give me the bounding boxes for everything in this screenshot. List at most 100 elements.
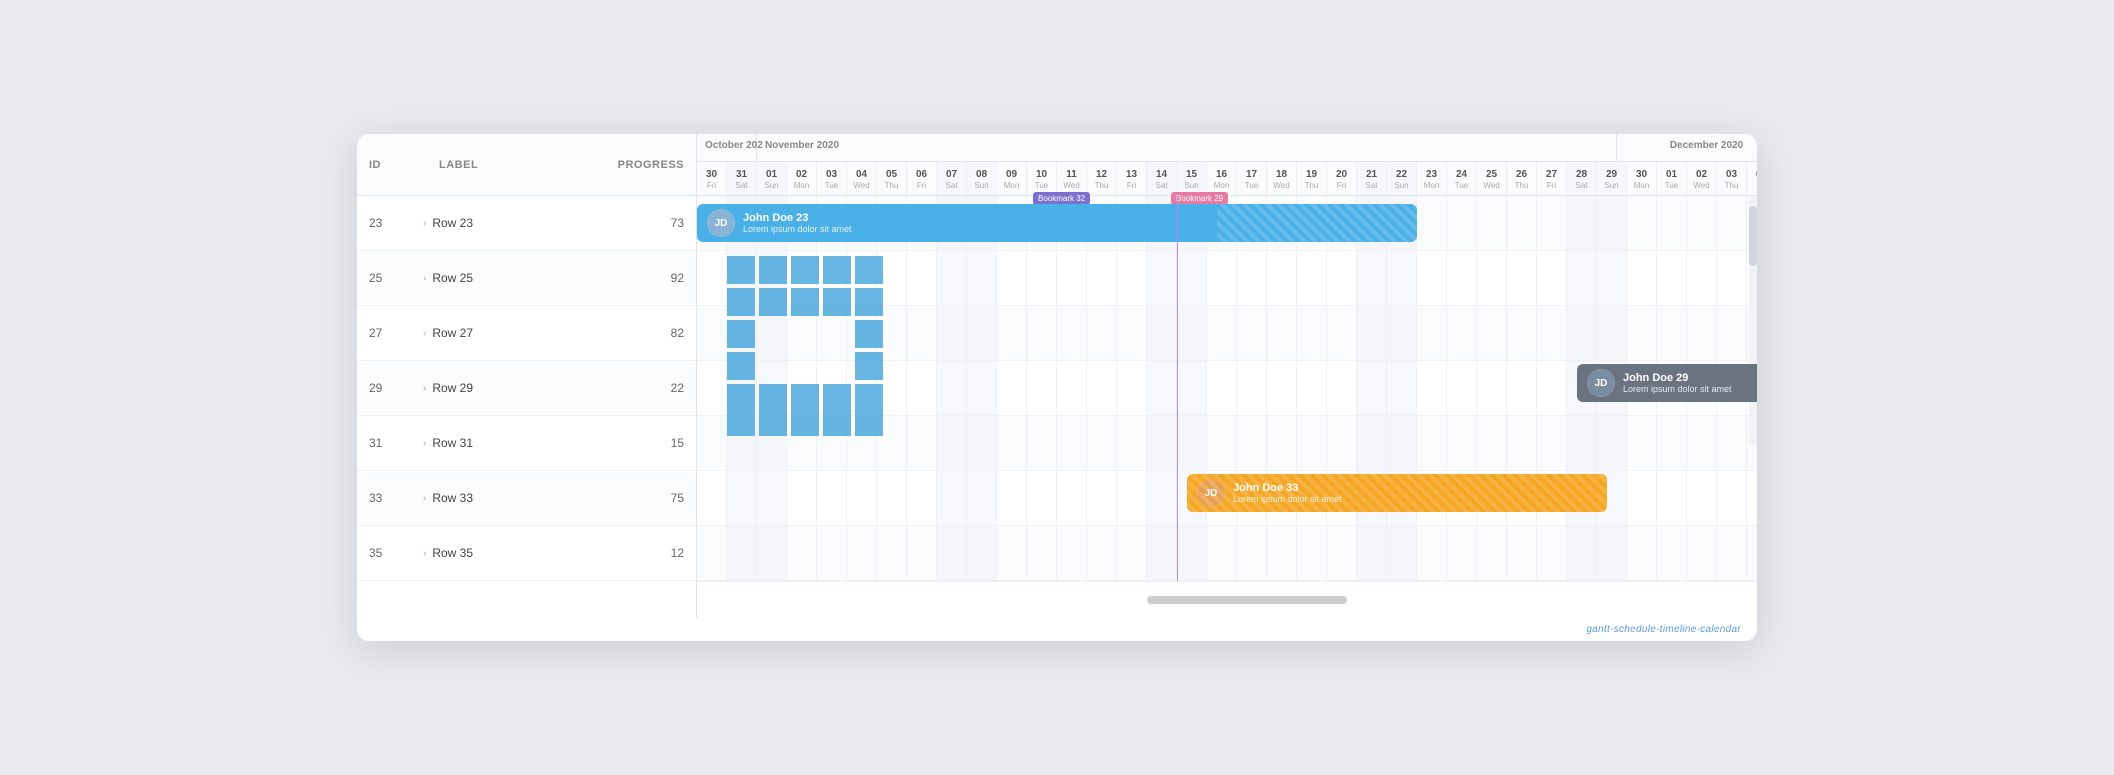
timeline-cell-r27-d26	[1477, 306, 1507, 361]
timeline-cell-r29-d15	[1147, 361, 1177, 416]
row-label-23: › Row 23	[419, 216, 614, 230]
left-row-27: 27 › Row 27 82	[357, 306, 696, 361]
timeline-cell-r27-d25	[1447, 306, 1477, 361]
day-cell-16: 15 Sun	[1177, 162, 1207, 195]
expand-icon-33[interactable]: ›	[423, 493, 426, 504]
timeline-cell-r25-d14	[1117, 251, 1147, 306]
vscrollbar-thumb[interactable]	[1749, 206, 1757, 266]
timeline-cell-r33-d6	[877, 471, 907, 526]
bar-33-title: John Doe 33	[1233, 482, 1342, 494]
timeline-cell-r31-d23	[1387, 416, 1417, 471]
right-panel[interactable]: October 202 November 2020 December 2020 …	[697, 134, 1757, 618]
timeline-cell-r29-d7	[907, 361, 937, 416]
bar-23-hatch	[1217, 204, 1417, 242]
day-name-30: Sun	[1604, 181, 1618, 191]
timeline-cell-r29-d26	[1477, 361, 1507, 416]
vertical-scrollbar[interactable]	[1749, 196, 1757, 446]
timeline-cell-r25-d19	[1267, 251, 1297, 306]
timeline-scroll: October 202 November 2020 December 2020 …	[697, 134, 1757, 618]
timeline-cell-r35-d10	[997, 526, 1027, 581]
timeline-cell-r35-d15	[1147, 526, 1177, 581]
row-label-33: › Row 33	[419, 491, 614, 505]
bar-29-subtitle: Lorem ipsum dolor sit amet	[1623, 384, 1732, 394]
day-cell-1: 31 Sat	[727, 162, 757, 195]
timeline-cell-r35-d24	[1417, 526, 1447, 581]
column-header: ID Label Progress	[357, 134, 696, 196]
expand-icon-27[interactable]: ›	[423, 328, 426, 339]
timeline-cell-r27-d21	[1327, 306, 1357, 361]
timeline-cell-r23-d32	[1657, 196, 1687, 251]
timeline-cell-r33-d3	[787, 471, 817, 526]
timeline-cell-r25-d28	[1537, 251, 1567, 306]
day-name-14: Fri	[1127, 181, 1136, 191]
row-progress-33: 75	[614, 491, 684, 505]
timeline-cell-r23-d28	[1537, 196, 1567, 251]
gantt-card: ID Label Progress 23 › Row 23 73 25 › Ro…	[357, 134, 1757, 641]
timeline-cell-r27-d13	[1087, 306, 1117, 361]
day-num-20: 19	[1306, 168, 1317, 181]
gantt-bar-33[interactable]: JD John Doe 33 Lorem ipsum dolor sit ame…	[1187, 474, 1607, 512]
day-cell-18: 17 Tue	[1237, 162, 1267, 195]
timeline-cell-r31-d12	[1057, 416, 1087, 471]
timeline-cell-r31-d7	[907, 416, 937, 471]
row-label-text-35: Row 35	[432, 546, 473, 560]
day-cell-5: 04 Wed	[847, 162, 877, 195]
timeline-cell-r29-d25	[1447, 361, 1477, 416]
bar-33-avatar: JD	[1197, 479, 1225, 507]
logo-watermark	[727, 256, 907, 436]
expand-icon-23[interactable]: ›	[423, 218, 426, 229]
timeline-cell-r25-d23	[1387, 251, 1417, 306]
day-cell-33: 02 Wed	[1687, 162, 1717, 195]
timeline-cell-r23-d25	[1447, 196, 1477, 251]
timeline-cell-r33-d5	[847, 471, 877, 526]
expand-icon-25[interactable]: ›	[423, 273, 426, 284]
timeline-cell-r29-d10	[997, 361, 1027, 416]
bar-29-title: John Doe 29	[1623, 372, 1732, 384]
day-header: Bookmark 32 Bookmark 29 30 Fri 31 Sat 01…	[697, 162, 1757, 196]
day-num-28: 27	[1546, 168, 1557, 181]
timeline-cell-r29-d13	[1087, 361, 1117, 416]
gantt-bar-29[interactable]: JD John Doe 29 Lorem ipsum dolor sit ame…	[1577, 364, 1757, 402]
timeline-cell-r25-d7	[907, 251, 937, 306]
day-num-29: 28	[1576, 168, 1587, 181]
timeline-cell-r23-d34	[1717, 196, 1747, 251]
timeline-cell-r27-d7	[907, 306, 937, 361]
day-name-22: Sat	[1365, 181, 1377, 191]
bar-33-subtitle: Lorem ipsum dolor sit amet	[1233, 494, 1342, 504]
gantt-container: ID Label Progress 23 › Row 23 73 25 › Ro…	[357, 134, 1757, 618]
row-label-35: › Row 35	[419, 546, 614, 560]
timeline-cell-r29-d18	[1237, 361, 1267, 416]
expand-icon-31[interactable]: ›	[423, 438, 426, 449]
row-progress-35: 12	[614, 546, 684, 560]
gantt-bar-23[interactable]: JD John Doe 23 Lorem ipsum dolor sit ame…	[697, 204, 1417, 242]
day-num-33: 02	[1696, 168, 1707, 181]
day-cell-19: 18 Wed	[1267, 162, 1297, 195]
timeline-cell-r35-d18	[1237, 526, 1267, 581]
day-name-17: Mon	[1214, 181, 1230, 191]
horizontal-scrollbar[interactable]	[1147, 596, 1347, 604]
day-cell-22: 21 Sat	[1357, 162, 1387, 195]
day-cell-2: 01 Sun	[757, 162, 787, 195]
scrollbar-thumb[interactable]	[1147, 596, 1347, 604]
expand-icon-29[interactable]: ›	[423, 383, 426, 394]
expand-icon-35[interactable]: ›	[423, 548, 426, 559]
timeline-cell-r33-d35	[1747, 471, 1757, 526]
row-id-23: 23	[369, 216, 419, 230]
day-name-19: Wed	[1273, 181, 1289, 191]
timeline-cell-r29-d0	[697, 361, 727, 416]
row-label-text-33: Row 33	[432, 491, 473, 505]
timeline-cell-r35-d31	[1627, 526, 1657, 581]
day-cell-32: 01 Tue	[1657, 162, 1687, 195]
timeline-cell-r35-d14	[1117, 526, 1147, 581]
row-label-text-25: Row 25	[432, 271, 473, 285]
timeline-cell-r31-d31	[1627, 416, 1657, 471]
timeline-cell-r23-d27	[1507, 196, 1537, 251]
timeline-cell-r35-d20	[1297, 526, 1327, 581]
day-cell-20: 19 Thu	[1297, 162, 1327, 195]
day-num-35: 04	[1756, 168, 1757, 181]
day-num-31: 30	[1636, 168, 1647, 181]
timeline-cell-r35-d7	[907, 526, 937, 581]
timeline-cell-r33-d0	[697, 471, 727, 526]
day-name-31: Mon	[1634, 181, 1650, 191]
timeline-cell-r33-d1	[727, 471, 757, 526]
